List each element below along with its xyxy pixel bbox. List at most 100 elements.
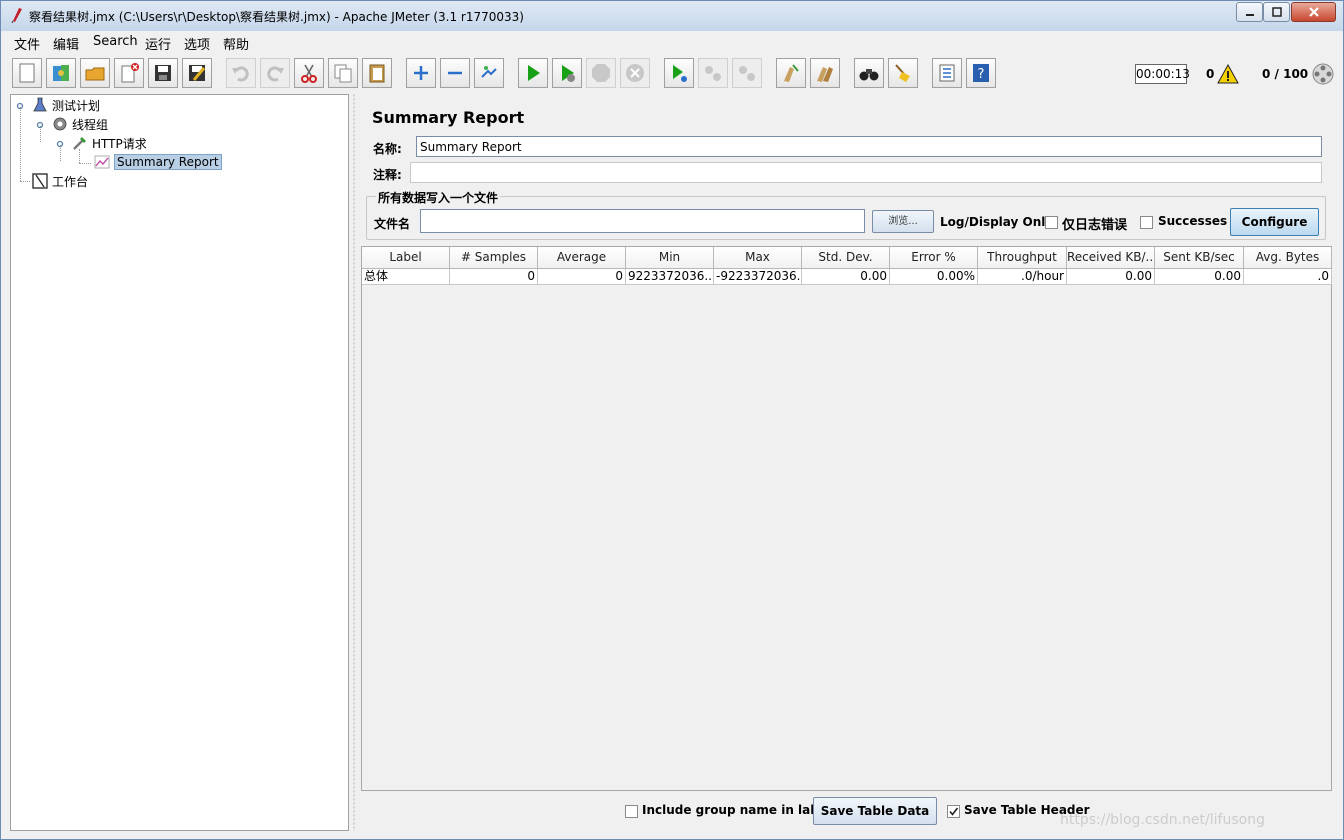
- menu-search[interactable]: Search: [93, 34, 138, 49]
- close-file-button[interactable]: [114, 58, 144, 88]
- filename-input[interactable]: [420, 209, 865, 233]
- menu-run[interactable]: 运行: [145, 34, 171, 53]
- reset-search-button[interactable]: [888, 58, 918, 88]
- column-header-label[interactable]: Label: [362, 247, 450, 269]
- chart-line-icon: [94, 155, 110, 169]
- watermark: https://blog.csdn.net/lifusong: [1060, 812, 1265, 828]
- tree-node-thread-group[interactable]: 线程组: [51, 115, 108, 133]
- templates-icon: [53, 65, 69, 81]
- shutdown-icon: [626, 64, 644, 82]
- split-pane-divider[interactable]: [349, 94, 359, 831]
- save-button[interactable]: [148, 58, 178, 88]
- start-icon: [528, 65, 540, 81]
- tree-node-http-request[interactable]: HTTP请求: [71, 134, 147, 152]
- remote-shutdown-all-button[interactable]: [732, 58, 762, 88]
- errors-checkbox[interactable]: [1045, 216, 1058, 229]
- toggle-icon: [481, 66, 497, 78]
- save-table-header-checkbox[interactable]: [947, 805, 960, 818]
- column-header-std-dev[interactable]: Std. Dev.: [802, 247, 890, 269]
- write-results-group-title: 所有数据写入一个文件: [376, 189, 501, 206]
- tree-node-workbench[interactable]: 工作台: [31, 172, 88, 190]
- elapsed-time: 00:00:13: [1135, 64, 1190, 84]
- column-header-max[interactable]: Max: [714, 247, 802, 269]
- column-header-throughput[interactable]: Throughput: [978, 247, 1067, 269]
- close-window-button[interactable]: [1291, 2, 1336, 22]
- open-button[interactable]: [80, 58, 110, 88]
- undo-button[interactable]: [226, 58, 256, 88]
- remote-start-all-button[interactable]: [664, 58, 694, 88]
- menu-file[interactable]: 文件: [14, 34, 40, 53]
- remote-stop-all-button[interactable]: [698, 58, 728, 88]
- tree-connector: [79, 163, 91, 164]
- column-header-sent[interactable]: Sent KB/sec: [1155, 247, 1244, 269]
- tree-expand-handle[interactable]: [16, 102, 24, 110]
- help-button[interactable]: ?: [966, 58, 996, 88]
- configure-button[interactable]: Configure: [1230, 208, 1319, 236]
- table-cell: 0.00%: [890, 269, 978, 285]
- remote-start-icon: [673, 65, 687, 82]
- include-group-name-checkbox[interactable]: [625, 805, 638, 818]
- start-button[interactable]: [518, 58, 548, 88]
- menu-edit[interactable]: 编辑: [53, 34, 79, 53]
- shutdown-button[interactable]: [620, 58, 650, 88]
- table-cell: 0.00: [1067, 269, 1155, 285]
- maximize-icon: [1271, 7, 1282, 17]
- paste-icon: [369, 64, 385, 83]
- save-as-button[interactable]: [182, 58, 212, 88]
- start-no-pauses-button[interactable]: [552, 58, 582, 88]
- menu-options[interactable]: 选项: [184, 34, 210, 53]
- tree-expand-handle[interactable]: [56, 140, 64, 148]
- paste-button[interactable]: [362, 58, 392, 88]
- close-file-icon: [121, 63, 139, 83]
- tree-expand-handle[interactable]: [36, 121, 44, 129]
- error-count: 0: [1206, 67, 1215, 81]
- menu-bar: 文件 编辑 Search 运行 选项 帮助: [2, 31, 1342, 53]
- column-header-average[interactable]: Average: [538, 247, 626, 269]
- table-cell: 0: [538, 269, 626, 285]
- new-button[interactable]: [12, 58, 42, 88]
- name-input[interactable]: [416, 136, 1322, 157]
- remote-stop-icon: [705, 66, 721, 81]
- table-cell: 0: [450, 269, 538, 285]
- maximize-button[interactable]: [1263, 2, 1290, 22]
- toggle-button[interactable]: [474, 58, 504, 88]
- warning-icon[interactable]: [1217, 64, 1239, 84]
- binoculars-icon: [859, 69, 879, 81]
- table-cell: .0: [1244, 269, 1332, 285]
- collapse-icon: [448, 71, 462, 75]
- table-row[interactable]: 总体 0 0 9223372036... -9223372036... 0.00…: [362, 269, 1332, 285]
- function-helper-button[interactable]: [932, 58, 962, 88]
- close-icon: [1308, 7, 1319, 17]
- minimize-button[interactable]: [1236, 2, 1263, 22]
- title-bar: 察看结果树.jmx (C:\Users\r\Desktop\察看结果树.jmx)…: [1, 1, 1343, 31]
- tree-node-test-plan[interactable]: 测试计划: [31, 96, 100, 114]
- menu-help[interactable]: 帮助: [223, 34, 249, 53]
- copy-button[interactable]: [328, 58, 358, 88]
- search-button[interactable]: [854, 58, 884, 88]
- comment-input[interactable]: [410, 162, 1322, 183]
- clear-button[interactable]: [776, 58, 806, 88]
- column-header-received[interactable]: Received KB/...: [1067, 247, 1155, 269]
- redo-button[interactable]: [260, 58, 290, 88]
- cut-button[interactable]: [294, 58, 324, 88]
- column-header-error[interactable]: Error %: [890, 247, 978, 269]
- start-no-pauses-icon: [562, 65, 575, 82]
- save-table-data-button[interactable]: Save Table Data: [813, 797, 937, 825]
- remote-status-icon: [1312, 63, 1334, 85]
- errors-checkbox-label: 仅日志错误: [1062, 218, 1128, 233]
- successes-checkbox[interactable]: [1140, 216, 1153, 229]
- column-header-avg-bytes[interactable]: Avg. Bytes: [1244, 247, 1332, 269]
- tree-node-label-selected: Summary Report: [114, 154, 222, 170]
- checkmark-icon: [949, 807, 959, 816]
- column-header-min[interactable]: Min: [626, 247, 714, 269]
- stop-button[interactable]: [586, 58, 616, 88]
- expand-all-button[interactable]: [406, 58, 436, 88]
- stop-icon: [592, 64, 610, 82]
- browse-button[interactable]: 浏览...: [872, 210, 934, 233]
- collapse-all-button[interactable]: [440, 58, 470, 88]
- column-header-samples[interactable]: # Samples: [450, 247, 538, 269]
- clear-all-button[interactable]: [810, 58, 840, 88]
- tree-node-label: 测试计划: [52, 98, 101, 113]
- tree-node-summary-report[interactable]: Summary Report: [93, 153, 222, 171]
- templates-button[interactable]: [46, 58, 76, 88]
